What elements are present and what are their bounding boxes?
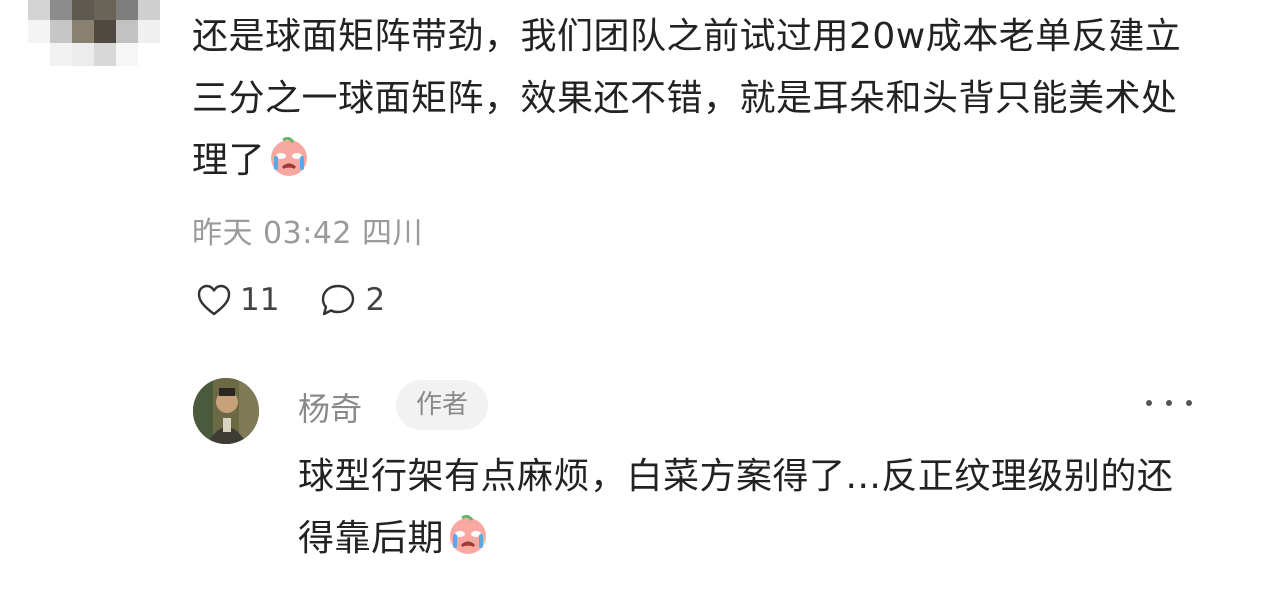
- reply-count: 2: [365, 282, 386, 318]
- comment-time: 昨天 03:42: [192, 216, 352, 251]
- author-photo: [193, 378, 259, 444]
- heart-outline-icon: [197, 284, 231, 316]
- reply-author-name[interactable]: 杨奇: [298, 384, 362, 430]
- comment-body: 还是球面矩阵带劲，我们团队之前试过用20w成本老单反建立三分之一球面矩阵，效果还…: [192, 16, 1182, 181]
- comment-actions: 11 2: [196, 282, 425, 318]
- commenter-avatar[interactable]: [28, 0, 160, 66]
- comment-text: 还是球面矩阵带劲，我们团队之前试过用20w成本老单反建立三分之一球面矩阵，效果还…: [192, 6, 1202, 192]
- reply-author-avatar[interactable]: [193, 378, 259, 444]
- reply-button[interactable]: 2: [319, 282, 385, 318]
- reply-body: 球型行架有点麻烦，白菜方案得了...反正纹理级别的还得靠后期: [298, 456, 1174, 559]
- crying-face-emoji-icon: [450, 514, 487, 554]
- like-button[interactable]: 11: [196, 282, 279, 318]
- speech-bubble-icon: [322, 284, 355, 316]
- more-dots-icon[interactable]: [1146, 388, 1192, 418]
- like-count: 11: [240, 282, 280, 318]
- crying-face-emoji-icon: [271, 136, 308, 176]
- author-badge: 作者: [396, 380, 489, 430]
- reply-text: 球型行架有点麻烦，白菜方案得了...反正纹理级别的还得靠后期: [298, 446, 1178, 570]
- comment-meta: 昨天 03:42 四川: [192, 208, 423, 252]
- comment-location: 四川: [362, 216, 423, 251]
